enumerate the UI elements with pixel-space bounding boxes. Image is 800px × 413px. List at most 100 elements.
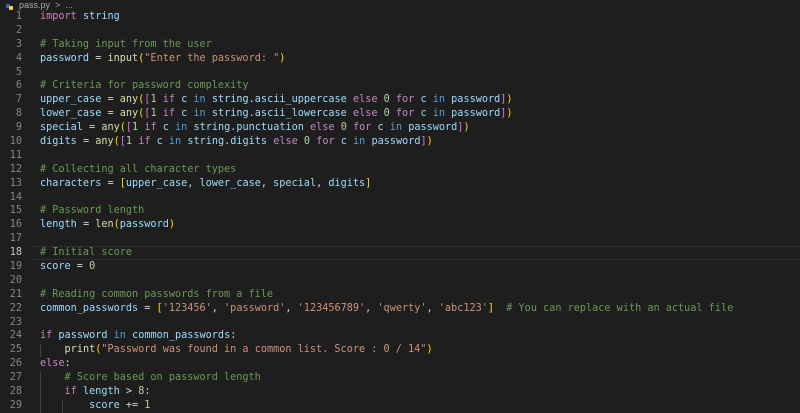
code-line[interactable]: 24 if password in common_passwords: xyxy=(0,329,800,343)
code-token: ) xyxy=(506,94,513,106)
code-token: if xyxy=(40,330,53,342)
line-content: if length > 8: xyxy=(40,385,151,399)
code-line[interactable]: 27 # Score based on password length xyxy=(0,371,800,385)
code-line[interactable]: 12 # Collecting all character types xyxy=(0,163,800,177)
code-token: lower_case xyxy=(40,108,102,120)
line-content: if password in common_passwords: xyxy=(40,329,236,343)
code-line[interactable]: 14 xyxy=(0,191,800,205)
code-line[interactable]: 16 length = len(password) xyxy=(0,218,800,232)
code-token: digits xyxy=(40,136,77,148)
code-line[interactable]: 25 print("Password was found in a common… xyxy=(0,343,800,357)
code-token: in xyxy=(432,94,446,106)
code-line[interactable]: 1 import string xyxy=(0,10,800,24)
breadcrumb: pass.py > ... xyxy=(0,0,800,10)
code-line[interactable]: 3 # Taking input from the user xyxy=(0,38,800,52)
line-content: special = any([1 if c in string.punctuat… xyxy=(40,121,470,135)
line-number: 18 xyxy=(9,247,22,259)
code-token: > xyxy=(119,386,139,398)
code-token: 1 xyxy=(144,399,151,411)
code-token: : xyxy=(144,386,151,398)
code-token: : xyxy=(230,330,237,342)
code-editor[interactable]: 1 import string 2 3 # Taking input from the … xyxy=(0,10,800,413)
code-token: string xyxy=(193,122,231,134)
code-line[interactable]: 19 score = 0 xyxy=(0,260,800,274)
line-number: 28 xyxy=(9,386,22,398)
code-line[interactable]: 11 xyxy=(0,149,800,163)
code-line[interactable]: 20 xyxy=(0,274,800,288)
line-content: # Password length xyxy=(40,204,144,218)
code-token: # Initial score xyxy=(40,247,133,259)
code-token: length xyxy=(40,219,77,231)
code-line[interactable]: 13 characters = [upper_case, lower_case, … xyxy=(0,177,800,191)
code-token: common_passwords xyxy=(40,302,139,314)
code-token: any xyxy=(95,136,114,148)
code-line[interactable]: 17 xyxy=(0,232,800,246)
python-file-icon xyxy=(6,2,14,10)
code-token: , xyxy=(365,302,378,314)
code-token: for xyxy=(352,122,372,134)
line-number: 16 xyxy=(9,219,22,231)
line-number: 27 xyxy=(9,372,22,384)
code-line[interactable]: 8 lower_case = any([1 if c in string.asci… xyxy=(0,107,800,121)
line-number: 5 xyxy=(15,66,22,78)
code-token: ] xyxy=(365,177,372,189)
line-content: # Taking input from the user xyxy=(40,38,212,52)
line-number: 11 xyxy=(9,149,22,161)
code-token: else xyxy=(40,358,65,370)
code-line[interactable]: 21 # Reading common passwords from a file xyxy=(0,288,800,302)
code-token: for xyxy=(316,136,335,148)
line-content: # Criteria for password complexity xyxy=(40,79,249,93)
line-number: 21 xyxy=(9,288,22,300)
breadcrumb-file[interactable]: pass.py xyxy=(19,0,50,10)
line-number: 9 xyxy=(15,122,22,134)
code-line[interactable]: 29 score += 1 xyxy=(0,399,800,413)
code-token: in xyxy=(432,108,446,120)
line-number: 17 xyxy=(9,233,22,245)
code-line[interactable]: 10 digits = any([1 if c in string.digits … xyxy=(0,135,800,149)
code-token: = xyxy=(70,261,90,273)
code-token: score xyxy=(89,399,120,411)
code-line[interactable]: 5 xyxy=(0,66,800,80)
code-line[interactable]: 28 if length > 8: xyxy=(0,385,800,399)
code-token: upper_case xyxy=(125,177,188,189)
code-token: = xyxy=(89,52,108,64)
line-number: 8 xyxy=(15,108,22,120)
code-token: # Score based on password length xyxy=(64,372,261,384)
code-token: string xyxy=(82,11,120,22)
code-line[interactable]: 7 upper_case = any([1 if c in string.asci… xyxy=(0,93,800,107)
breadcrumb-more[interactable]: ... xyxy=(65,0,73,10)
code-token: common_passwords xyxy=(132,330,231,342)
code-token: lower_case xyxy=(199,177,261,189)
code-token: "Enter the password: " xyxy=(144,52,280,64)
line-number: 15 xyxy=(9,205,22,217)
line-number: 1 xyxy=(15,11,22,22)
code-token: punctuation xyxy=(236,122,304,134)
code-token: , xyxy=(187,177,200,189)
line-number: 13 xyxy=(9,177,22,189)
code-token: ) xyxy=(506,108,513,120)
line-content: score = 0 xyxy=(40,260,95,274)
code-line[interactable]: 26 else: xyxy=(0,357,800,371)
code-line[interactable]: 6 # Criteria for password complexity xyxy=(0,79,800,93)
code-token: = xyxy=(76,219,96,231)
code-line[interactable]: 4 password = input("Enter the password: "… xyxy=(0,52,800,66)
line-number: 24 xyxy=(9,330,22,342)
code-line[interactable]: 22 common_passwords = ['123456', 'passwor… xyxy=(0,302,800,316)
code-line[interactable]: 23 xyxy=(0,316,800,330)
code-token: password xyxy=(451,94,501,106)
code-token: 'abc123' xyxy=(438,302,488,314)
code-token: password xyxy=(451,108,501,120)
code-line[interactable]: 9 special = any([1 if c in string.punctua… xyxy=(0,121,800,135)
code-token: # Taking input from the user xyxy=(40,38,212,50)
code-line[interactable]: 18 # Initial score xyxy=(0,246,800,260)
code-token: len xyxy=(95,219,114,231)
code-token: score xyxy=(40,261,71,273)
code-token: , xyxy=(211,302,225,314)
code-token: , xyxy=(316,177,329,189)
line-number: 10 xyxy=(9,136,22,148)
code-line[interactable]: 2 xyxy=(0,24,800,38)
code-token: : xyxy=(64,358,71,370)
line-number: 4 xyxy=(15,52,22,64)
code-line[interactable]: 15 # Password length xyxy=(0,204,800,218)
